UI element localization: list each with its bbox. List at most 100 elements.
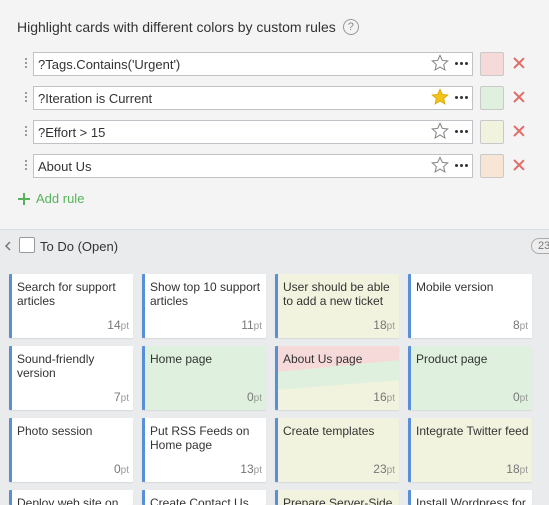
card[interactable]: Create Contact Us (142, 490, 266, 505)
lane-count-badge: 23 (531, 238, 549, 254)
rule-expression-input[interactable]: ?Effort > 15 (33, 120, 473, 144)
card[interactable]: Show top 10 support articles 11pt (142, 274, 266, 338)
card-effort-unit: pt (519, 321, 528, 332)
rule-expression-text: ?Tags.Contains('Urgent') (38, 56, 181, 72)
rule-row: ?Tags.Contains('Urgent') (0, 52, 549, 78)
drag-handle-icon[interactable] (25, 92, 28, 104)
rule-row: ?Iteration is Current (0, 86, 549, 112)
drag-handle-icon[interactable] (25, 58, 28, 70)
chevron-left-icon[interactable] (4, 241, 12, 251)
star-icon[interactable] (431, 54, 449, 72)
card-effort-unit: pt (120, 465, 129, 476)
card-title: Integrate Twitter feed (416, 424, 529, 438)
rule-expression-text: ?Effort > 15 (38, 124, 106, 140)
card[interactable]: Install Wordpress for (408, 490, 532, 505)
card[interactable]: Create templates 23pt (275, 418, 399, 482)
more-options-icon[interactable] (454, 55, 468, 71)
card-effort: 0pt (247, 390, 262, 404)
rule-color-swatch[interactable] (480, 120, 504, 144)
star-icon[interactable] (431, 122, 449, 140)
drag-handle-icon[interactable] (25, 126, 28, 138)
card-effort-value: 16 (373, 390, 387, 404)
rule-expression-input[interactable]: ?Iteration is Current (33, 86, 473, 110)
card[interactable]: Mobile version 8pt (408, 274, 532, 338)
card[interactable]: Integrate Twitter feed 18pt (408, 418, 532, 482)
more-options-icon[interactable] (454, 123, 468, 139)
remove-rule-icon[interactable] (512, 90, 526, 104)
lane-select-checkbox[interactable] (19, 237, 35, 253)
card-effort-value: 13 (240, 462, 254, 476)
card-effort: 0pt (114, 462, 129, 476)
star-filled-icon[interactable] (431, 88, 449, 106)
card-effort: 23pt (373, 462, 395, 476)
card-effort-unit: pt (386, 465, 395, 476)
remove-rule-icon[interactable] (512, 56, 526, 70)
remove-rule-icon[interactable] (512, 124, 526, 138)
rule-expression-text: ?Iteration is Current (38, 90, 153, 106)
card-effort-value: 11 (241, 318, 254, 332)
card[interactable]: Product page 0pt (408, 346, 532, 410)
add-rule-button[interactable]: Add rule (18, 191, 84, 206)
card-effort-unit: pt (386, 321, 395, 332)
card-title: Photo session (17, 424, 93, 438)
rule-row: ?Effort > 15 (0, 120, 549, 146)
card-title: Deploy web site on (17, 496, 119, 505)
card-effort-unit: pt (253, 321, 262, 332)
card[interactable]: Sound-friendly version 7pt (9, 346, 133, 410)
card-effort: 14pt (107, 318, 129, 332)
rule-expression-input[interactable]: About Us (33, 154, 473, 178)
card-title: Show top 10 support articles (150, 280, 261, 308)
card-effort-value: 0 (113, 462, 121, 476)
help-icon[interactable]: ? (342, 19, 359, 35)
card[interactable]: Prepare Server-Side (275, 490, 399, 505)
card-effort-value: 8 (512, 318, 520, 332)
card-effort-value: 0 (512, 390, 520, 404)
card-effort-unit: pt (386, 393, 395, 404)
rule-color-swatch[interactable] (480, 86, 504, 110)
card[interactable]: User should be able to add a new ticket … (275, 274, 399, 338)
card-title: Prepare Server-Side (283, 496, 393, 505)
star-icon[interactable] (431, 156, 449, 174)
card-effort: 7pt (114, 390, 129, 404)
card-title: Search for support articles (17, 280, 116, 308)
rules-title: Highlight cards with different colors by… (17, 19, 336, 35)
card-effort: 18pt (373, 318, 395, 332)
rule-expression-text: About Us (38, 158, 92, 174)
card-effort-unit: pt (253, 393, 262, 404)
card-effort-unit: pt (519, 465, 528, 476)
card-effort: 0pt (513, 390, 528, 404)
card-effort: 13pt (240, 462, 262, 476)
card-effort-value: 18 (373, 318, 387, 332)
card[interactable]: Deploy web site on (9, 490, 133, 505)
card-effort-value: 14 (107, 318, 121, 332)
rule-expression-input[interactable]: ?Tags.Contains('Urgent') (33, 52, 473, 76)
rule-color-swatch[interactable] (480, 52, 504, 76)
add-rule-label: Add rule (36, 191, 85, 206)
more-options-icon[interactable] (454, 89, 468, 105)
card-effort-unit: pt (519, 393, 528, 404)
card-effort: 11pt (241, 318, 262, 332)
card-title: Put RSS Feeds on Home page (150, 424, 250, 452)
card-title: Install Wordpress for (416, 496, 526, 505)
card[interactable]: Put RSS Feeds on Home page 13pt (142, 418, 266, 482)
card[interactable]: Photo session 0pt (9, 418, 133, 482)
card[interactable]: About Us page 16pt (275, 346, 399, 410)
card-title: Home page (150, 352, 213, 366)
card-effort-value: 7 (113, 390, 121, 404)
card[interactable]: Search for support articles 14pt (9, 274, 133, 338)
more-options-icon[interactable] (454, 157, 468, 173)
rule-color-swatch[interactable] (480, 154, 504, 178)
card-title: About Us page (283, 352, 363, 366)
card[interactable]: Home page 0pt (142, 346, 266, 410)
card-effort-unit: pt (253, 465, 262, 476)
card-effort: 8pt (513, 318, 528, 332)
card-effort-value: 18 (506, 462, 520, 476)
remove-rule-icon[interactable] (512, 158, 526, 172)
card-effort-unit: pt (120, 321, 129, 332)
card-effort: 16pt (373, 390, 395, 404)
highlight-rules-panel: Highlight cards with different colors by… (0, 0, 549, 230)
lane-title: To Do (Open) (40, 239, 119, 254)
card-title: Product page (416, 352, 488, 366)
drag-handle-icon[interactable] (25, 160, 28, 172)
card-title: Create Contact Us (150, 496, 249, 505)
